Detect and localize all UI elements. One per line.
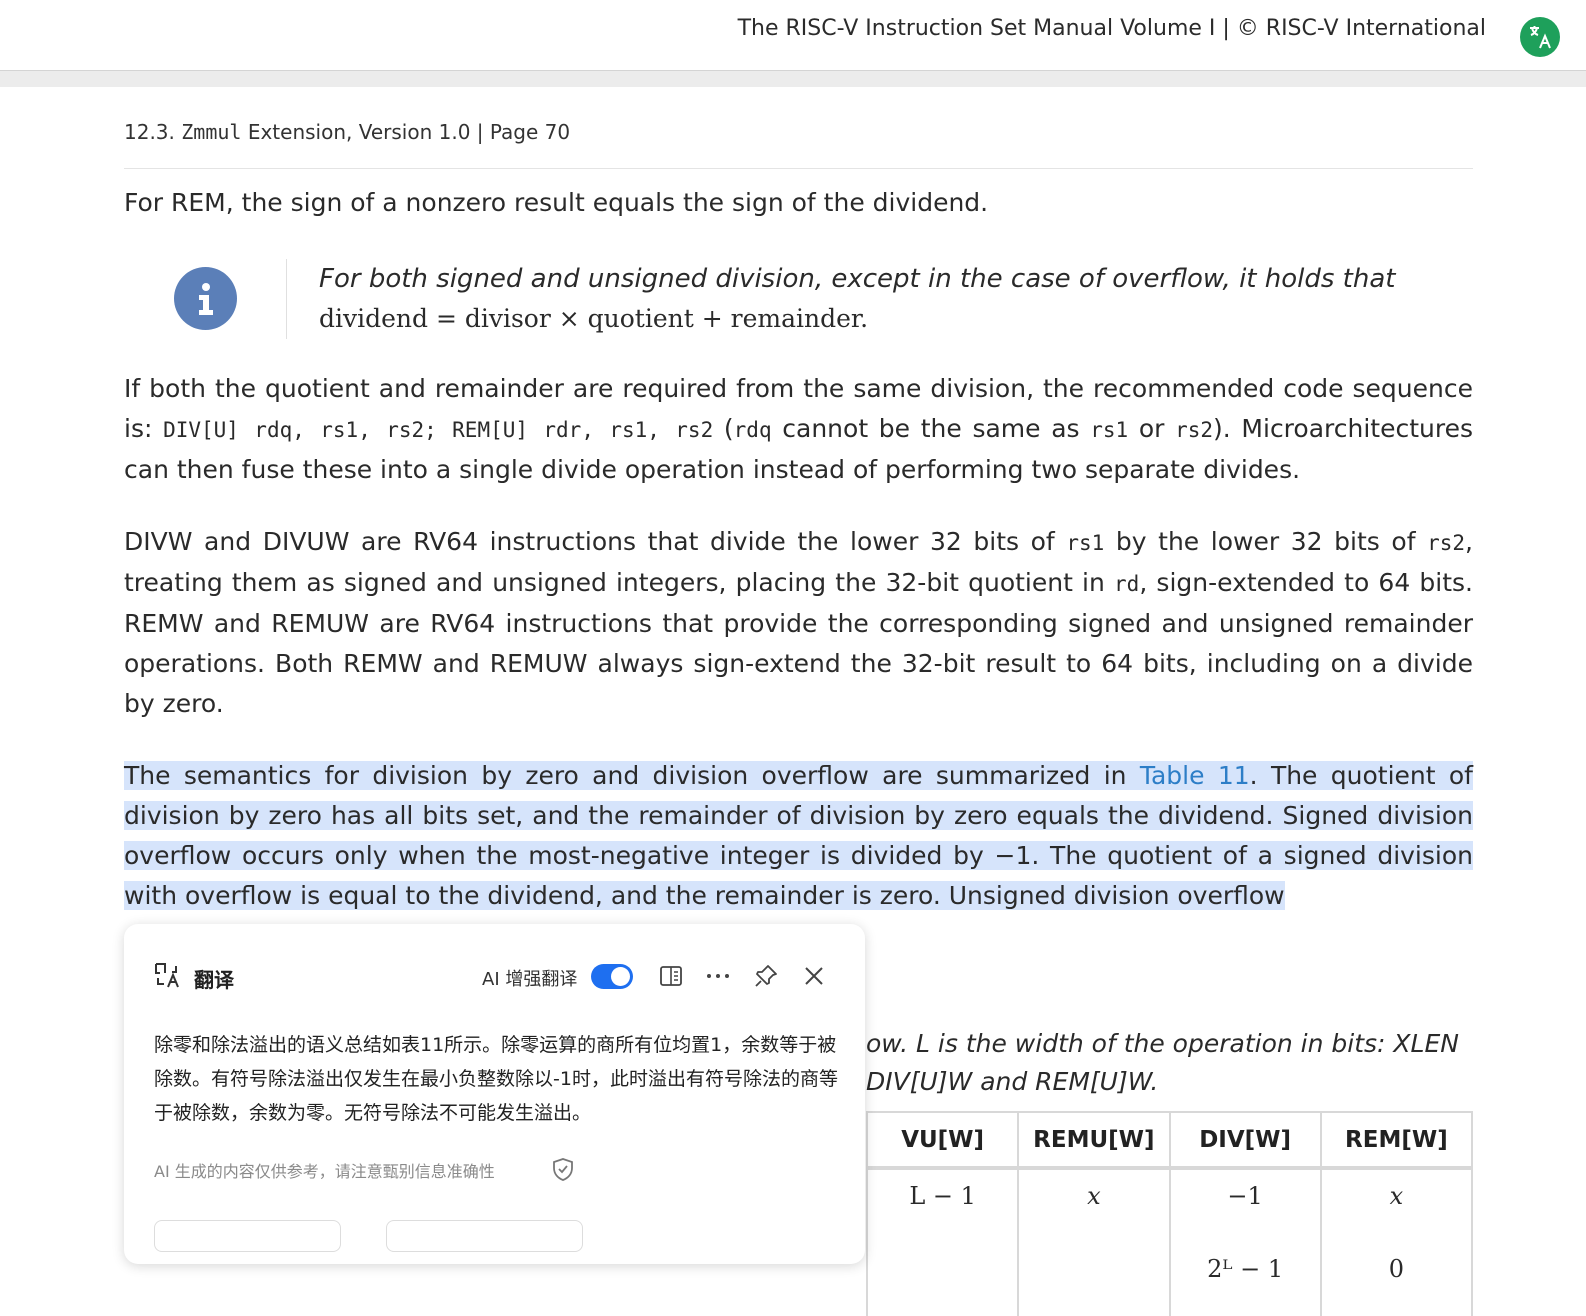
translation-text: 除零和除法溢出的语义总结如表11所示。除零运算的商所有位均置1，余数等于被除数。… bbox=[154, 1034, 838, 1124]
table-cell: x bbox=[1017, 1168, 1171, 1243]
code: DIV[U] rdq, rs1, rs2; REM[U] rdr, rs1, r… bbox=[163, 418, 714, 442]
table-header-cell: REM[W] bbox=[1319, 1111, 1474, 1170]
table-cell bbox=[865, 1243, 1020, 1316]
pin-button[interactable] bbox=[752, 962, 780, 990]
pin-icon bbox=[755, 965, 777, 987]
note-text: For both signed and unsigned division, e… bbox=[319, 259, 1444, 339]
code: rdq bbox=[733, 418, 772, 442]
table-link[interactable]: Table 11 bbox=[1139, 761, 1250, 790]
popup-title: 翻译 bbox=[194, 968, 234, 992]
page-header-code: Zmmul bbox=[181, 120, 242, 144]
language-selector[interactable] bbox=[386, 1220, 583, 1252]
paragraph-divw: DIVW and DIVUW are RV64 instructions tha… bbox=[124, 522, 1473, 724]
document-content: 12.3. Zmmul Extension, Version 1.0 | Pag… bbox=[124, 87, 1473, 916]
document-title: The RISC-V Instruction Set Manual Volume… bbox=[737, 16, 1486, 41]
selected-text: The semantics for division by zero and d… bbox=[124, 761, 1140, 790]
table-header-cell: REMU[W] bbox=[1017, 1111, 1171, 1170]
ai-disclaimer: AI 生成的内容仅供参考，请注意甄别信息准确性 bbox=[154, 1162, 495, 1181]
table-header-cell: VU[W] bbox=[865, 1111, 1020, 1170]
note-divider bbox=[286, 259, 287, 339]
close-icon bbox=[805, 967, 823, 985]
code: rs2 bbox=[1427, 531, 1466, 555]
table-caption: ow. L is the width of the operation in b… bbox=[866, 1025, 1486, 1101]
table-cell: L − 1 bbox=[865, 1168, 1020, 1243]
toggle-knob bbox=[611, 967, 630, 986]
code: rs2 bbox=[1175, 418, 1214, 442]
page-header: 12.3. Zmmul Extension, Version 1.0 | Pag… bbox=[124, 120, 1473, 144]
translate-icon bbox=[1530, 26, 1551, 49]
close-button[interactable] bbox=[800, 962, 828, 990]
ai-enhance-toggle[interactable] bbox=[591, 964, 633, 989]
text: by the lower 32 bits of bbox=[1104, 527, 1428, 556]
table-cell: 0 bbox=[1319, 1243, 1474, 1316]
paragraph-division-semantics: The semantics for division by zero and d… bbox=[124, 756, 1473, 916]
text: or bbox=[1128, 414, 1176, 443]
header-divider bbox=[124, 168, 1473, 169]
page-header-section: 12.3. bbox=[124, 120, 182, 144]
toolbar-separator bbox=[0, 71, 1586, 87]
code: rd bbox=[1114, 572, 1140, 596]
division-table: VU[W] REMU[W] DIV[W] REM[W] L − 1 x −1 x… bbox=[865, 1111, 1474, 1316]
top-bar: The RISC-V Instruction Set Manual Volume… bbox=[0, 0, 1586, 71]
caption-line: DIV[U]W and REM[U]W. bbox=[866, 1067, 1159, 1096]
table-cell: 2ᴸ − 1 bbox=[1168, 1243, 1322, 1316]
code: rs1 bbox=[1066, 531, 1105, 555]
more-button[interactable] bbox=[704, 962, 732, 990]
text: ( bbox=[713, 414, 734, 443]
split-view-icon bbox=[660, 966, 682, 986]
table-cell: −1 bbox=[1168, 1168, 1322, 1243]
translation-popup: 翻译 AI 增强翻译 除零和除法溢出的语义总结如表11所示。除零运算的商所有位均… bbox=[124, 924, 865, 1264]
text: cannot be the same as bbox=[771, 414, 1091, 443]
note-line: For both signed and unsigned division, e… bbox=[319, 264, 1396, 294]
translate-icon bbox=[155, 963, 179, 988]
info-icon bbox=[174, 267, 237, 330]
table-cell bbox=[1017, 1243, 1171, 1316]
table-header-cell: DIV[W] bbox=[1168, 1111, 1322, 1170]
note-formula: dividend = divisor × quotient + remainde… bbox=[319, 304, 869, 333]
paragraph-code-sequence: If both the quotient and remainder are r… bbox=[124, 369, 1473, 490]
ai-enhance-label: AI 增强翻译 bbox=[482, 969, 578, 990]
more-icon bbox=[707, 974, 729, 978]
caption-line: ow. L is the width of the operation in b… bbox=[866, 1029, 1459, 1058]
text: DIVW and DIVUW are RV64 instructions tha… bbox=[124, 527, 1067, 556]
table-row: 2ᴸ − 1 0 bbox=[865, 1243, 1474, 1316]
table-row: L − 1 x −1 x bbox=[865, 1168, 1474, 1243]
split-view-button[interactable] bbox=[657, 962, 685, 990]
language-selector[interactable] bbox=[154, 1220, 341, 1252]
translate-button[interactable] bbox=[1520, 17, 1560, 57]
table-header-row: VU[W] REMU[W] DIV[W] REM[W] bbox=[865, 1111, 1474, 1170]
page-header-rest: Extension, Version 1.0 | Page 70 bbox=[241, 120, 571, 144]
shield-icon bbox=[553, 1158, 573, 1181]
table-cell: x bbox=[1319, 1168, 1474, 1243]
paragraph-rem-sign: For REM, the sign of a nonzero result eq… bbox=[124, 188, 989, 217]
note-block: For both signed and unsigned division, e… bbox=[124, 259, 1473, 339]
code: rs1 bbox=[1090, 418, 1129, 442]
